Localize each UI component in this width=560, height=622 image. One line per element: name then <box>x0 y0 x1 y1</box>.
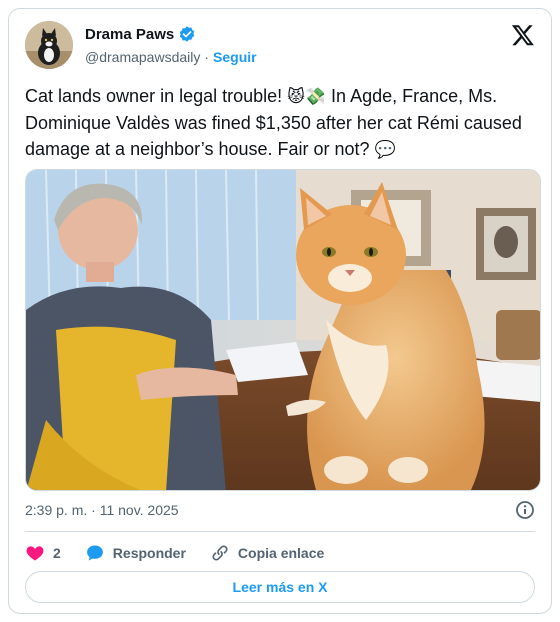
verified-badge-icon <box>178 25 196 43</box>
reply-button[interactable]: Responder <box>85 543 186 563</box>
author-handle[interactable]: @dramapawsdaily <box>85 49 200 65</box>
divider <box>25 531 535 532</box>
avatar[interactable] <box>25 21 73 69</box>
post-photo[interactable] <box>25 169 541 491</box>
copy-link-button[interactable]: Copia enlace <box>210 543 324 563</box>
embedded-post-card: Drama Paws @dramapawsdaily · Seguir Cat … <box>8 8 552 614</box>
x-logo-icon[interactable] <box>511 23 535 47</box>
read-more-button[interactable]: Leer más en X <box>25 571 535 603</box>
post-timestamp[interactable]: 2:39 p. m. · 11 nov. 2025 <box>25 502 179 518</box>
reply-bubble-icon <box>86 545 103 561</box>
follow-button[interactable]: Seguir <box>213 49 257 65</box>
link-icon <box>212 545 228 561</box>
author-handle-row: @dramapawsdaily · Seguir <box>85 49 257 65</box>
heart-icon <box>26 546 44 561</box>
post-text-part1: Cat lands owner in legal trouble! <box>25 86 288 106</box>
like-button[interactable]: 2 <box>25 543 61 563</box>
separator-dot: · <box>204 49 210 65</box>
author-name-row: Drama Paws <box>85 25 196 43</box>
action-bar: 2 Responder Copia enlace <box>25 541 348 565</box>
info-icon[interactable] <box>515 500 535 520</box>
copy-link-label: Copia enlace <box>237 545 325 561</box>
speech-bubble-emoji: 💬 <box>374 140 396 160</box>
reply-label: Responder <box>112 545 186 561</box>
author-display-name[interactable]: Drama Paws <box>85 26 174 43</box>
cat-money-emoji: 😾💸 <box>287 87 327 107</box>
like-count: 2 <box>53 545 61 561</box>
post-text: Cat lands owner in legal trouble! 😾💸 In … <box>25 83 537 163</box>
